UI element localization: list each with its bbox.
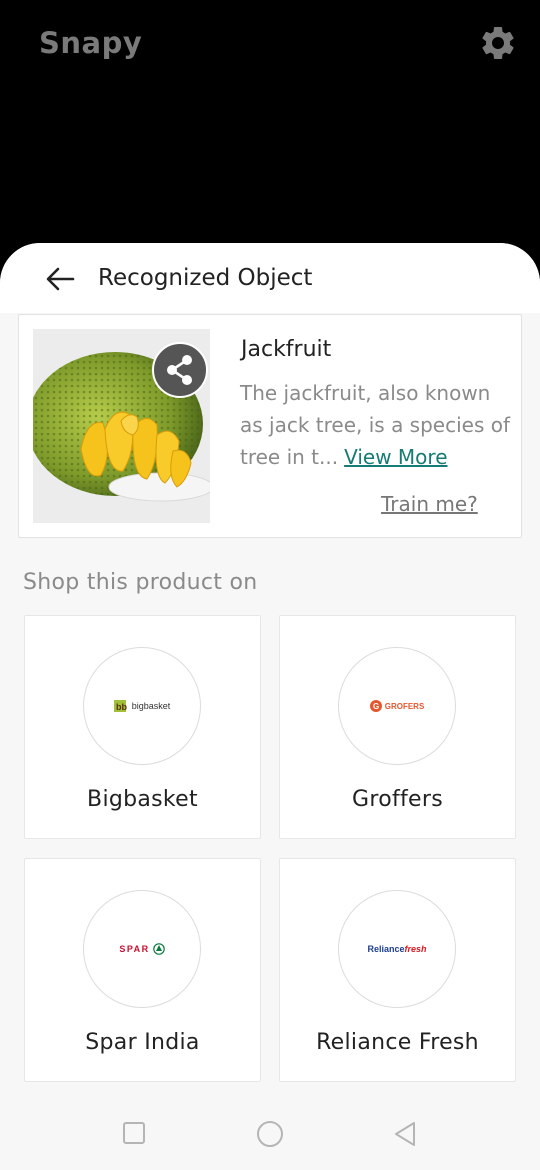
app-bar: Snapy xyxy=(0,0,540,260)
result-card: Jackfruit The jackfruit, also known as j… xyxy=(18,314,522,538)
train-me-link[interactable]: Train me? xyxy=(381,492,478,516)
reliance-logo-icon: Reliance fresh xyxy=(338,890,456,1008)
app-title: Snapy xyxy=(39,26,143,60)
bottom-sheet: Recognized Object Jackfruit The jackfrui… xyxy=(0,243,540,1170)
jackfruit-image xyxy=(33,329,210,523)
store-card-reliance[interactable]: Reliance fresh Reliance Fresh xyxy=(279,858,516,1082)
object-description: The jackfruit, also known as jack tree, … xyxy=(240,377,510,473)
sheet-title: Recognized Object xyxy=(98,265,313,291)
store-name-bigbasket: Bigbasket xyxy=(87,787,198,812)
system-nav-bar xyxy=(0,1090,540,1170)
sheet-header: Recognized Object xyxy=(0,243,540,313)
store-name-spar: Spar India xyxy=(85,1030,200,1055)
store-name-reliance: Reliance Fresh xyxy=(316,1030,479,1055)
grofers-logo-icon: G GROFERS xyxy=(338,647,456,765)
share-icon[interactable] xyxy=(152,342,208,398)
store-card-spar[interactable]: SPAR Spar India xyxy=(24,858,261,1082)
view-more-link[interactable]: View More xyxy=(344,445,447,469)
store-card-bigbasket[interactable]: bb bigbasket Bigbasket xyxy=(24,615,261,839)
bigbasket-logo-text: bigbasket xyxy=(131,701,171,711)
reliance-logo-text-a: Reliance xyxy=(367,944,405,954)
square-icon[interactable] xyxy=(122,1121,146,1145)
grofers-logo-text: GROFERS xyxy=(384,701,425,711)
store-card-groffers[interactable]: G GROFERS Groffers xyxy=(279,615,516,839)
gear-icon[interactable] xyxy=(478,23,518,63)
svg-text:bb: bb xyxy=(116,702,127,712)
spar-logo-text: SPAR xyxy=(119,944,150,954)
bb-logo-icon: bb bigbasket xyxy=(83,647,201,765)
store-name-groffers: Groffers xyxy=(351,787,443,812)
arrow-left-icon[interactable] xyxy=(44,265,76,293)
svg-text:G: G xyxy=(373,702,379,711)
object-name: Jackfruit xyxy=(241,337,332,362)
circle-icon[interactable] xyxy=(256,1120,284,1148)
shop-label: Shop this product on xyxy=(23,570,258,595)
reliance-logo-text-b: fresh xyxy=(404,944,427,954)
triangle-back-icon[interactable] xyxy=(392,1120,418,1148)
spar-logo-icon: SPAR xyxy=(83,890,201,1008)
